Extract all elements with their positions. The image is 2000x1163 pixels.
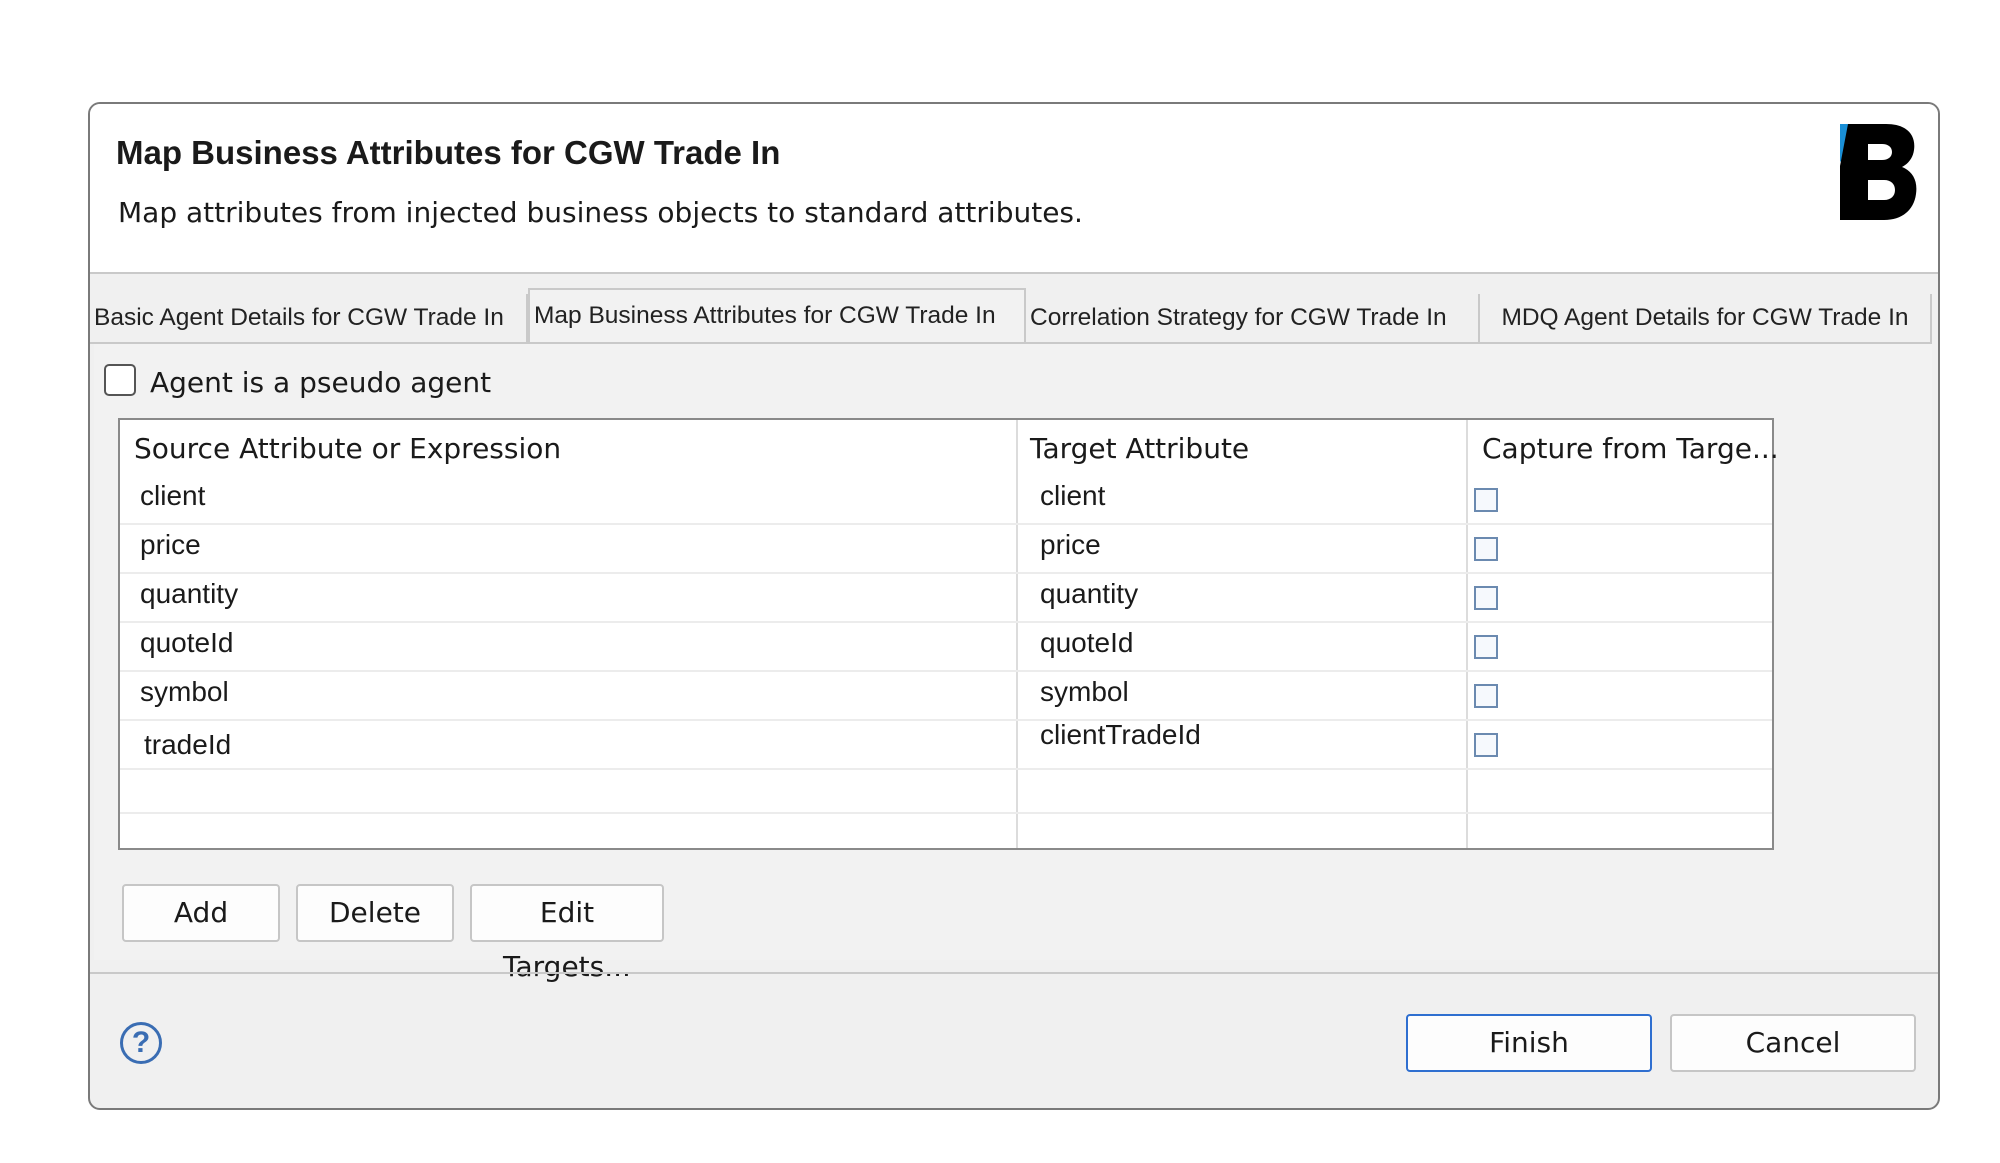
tab-content: Agent is a pseudo agent Source Attribute… <box>94 342 1932 983</box>
pseudo-agent-label: Agent is a pseudo agent <box>150 366 492 399</box>
delete-button[interactable]: Delete <box>296 884 454 942</box>
attribute-mapping-table: Source Attribute or Expression Target At… <box>118 418 1779 850</box>
table-row[interactable]: client client <box>120 476 1772 525</box>
help-icon[interactable]: ? <box>120 1022 162 1064</box>
target-cell: quantity <box>1040 578 1139 609</box>
source-cell: price <box>140 529 201 560</box>
add-button[interactable]: Add <box>122 884 280 942</box>
finish-button[interactable]: Finish <box>1406 1014 1652 1072</box>
source-cell: client <box>140 480 206 511</box>
brand-b-logo-icon <box>1840 124 1917 220</box>
dialog-title: Map Business Attributes for CGW Trade In <box>116 134 781 171</box>
cancel-button[interactable]: Cancel <box>1670 1014 1916 1072</box>
target-cell: clientTradeId <box>1040 719 1201 750</box>
source-cell: tradeId <box>144 729 232 760</box>
source-cell: quoteId <box>140 627 234 658</box>
header-source-attribute[interactable]: Source Attribute or Expression <box>134 432 561 465</box>
map-business-attributes-dialog: Map Business Attributes for CGW Trade In… <box>88 102 1940 1110</box>
dialog-subtitle: Map attributes from injected business ob… <box>118 196 1083 229</box>
table-row[interactable]: quantity quantity <box>120 574 1772 623</box>
capture-checkbox[interactable] <box>1474 635 1498 659</box>
tab-map-business-attributes[interactable]: Map Business Attributes for CGW Trade In <box>528 288 1026 344</box>
table-row-empty[interactable] <box>120 770 1772 814</box>
capture-checkbox[interactable] <box>1474 586 1498 610</box>
capture-checkbox[interactable] <box>1474 488 1498 512</box>
wizard-tabs: Basic Agent Details for CGW Trade In Map… <box>90 288 1938 344</box>
source-cell: symbol <box>140 676 229 707</box>
pseudo-agent-checkbox[interactable] <box>104 364 136 396</box>
edit-targets-button[interactable]: Edit Targets... <box>470 884 664 983</box>
table-row[interactable]: quoteId quoteId <box>120 623 1772 672</box>
target-cell: client <box>1040 480 1106 511</box>
table-row[interactable]: price price <box>120 525 1772 574</box>
source-cell: quantity <box>140 578 239 609</box>
capture-checkbox[interactable] <box>1474 684 1498 708</box>
target-cell: quoteId <box>1040 627 1134 658</box>
capture-checkbox[interactable] <box>1474 733 1498 757</box>
capture-checkbox[interactable] <box>1474 537 1498 561</box>
dialog-header: Map Business Attributes for CGW Trade In… <box>90 104 1938 274</box>
footer-divider <box>90 972 1938 974</box>
tab-basic-agent-details[interactable]: Basic Agent Details for CGW Trade In <box>90 294 528 344</box>
tab-correlation-strategy[interactable]: Correlation Strategy for CGW Trade In <box>1026 294 1480 344</box>
tab-mdq-agent-details[interactable]: MDQ Agent Details for CGW Trade In <box>1480 294 1932 344</box>
table-row[interactable]: tradeId clientTradeId <box>120 719 1772 770</box>
header-capture-from-target[interactable]: Capture from Targe... <box>1482 432 1779 465</box>
header-target-attribute[interactable]: Target Attribute <box>1030 432 1249 465</box>
table-row[interactable]: symbol symbol <box>120 672 1772 721</box>
target-cell: symbol <box>1040 676 1129 707</box>
target-cell: price <box>1040 529 1101 560</box>
